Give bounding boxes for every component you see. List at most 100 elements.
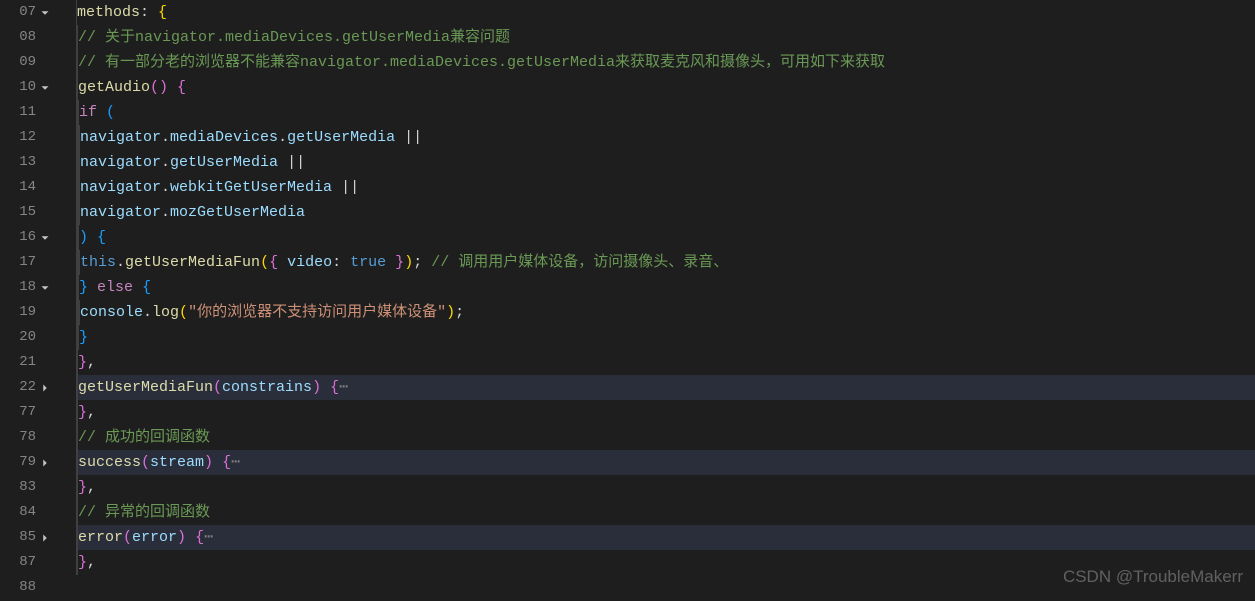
gutter-row: 13 <box>0 150 56 175</box>
code-token: || <box>278 150 314 175</box>
code-line[interactable]: // 异常的回调函数 <box>76 500 1255 525</box>
code-token: // 有一部分老的浏览器不能兼容navigator.mediaDevices.g… <box>78 50 885 75</box>
code-token: . <box>278 125 287 150</box>
code-line[interactable]: }, <box>76 550 1255 575</box>
gutter-row: 15 <box>0 200 56 225</box>
line-number: 84 <box>8 500 36 525</box>
chevron-down-icon[interactable] <box>36 281 54 295</box>
gutter-row: 19 <box>0 300 56 325</box>
code-token: video <box>287 250 332 275</box>
code-line[interactable]: // 有一部分老的浏览器不能兼容navigator.mediaDevices.g… <box>76 50 1255 75</box>
chevron-right-icon[interactable] <box>36 381 54 395</box>
code-token: || <box>332 175 368 200</box>
code-token: { <box>269 250 278 275</box>
code-token: // 关于navigator.mediaDevices.getUserMedia… <box>78 25 510 50</box>
code-token: . <box>161 175 170 200</box>
code-line[interactable]: navigator.getUserMedia || <box>76 150 1255 175</box>
gutter-row: 07 <box>0 0 56 25</box>
code-token <box>88 275 97 300</box>
gutter-row: 17 <box>0 250 56 275</box>
code-token <box>97 100 106 125</box>
code-line[interactable]: // 成功的回调函数 <box>76 425 1255 450</box>
code-line[interactable]: ) { <box>76 225 1255 250</box>
line-number: 79 <box>8 450 36 475</box>
code-token: getUserMediaFun <box>78 375 213 400</box>
line-number: 13 <box>8 150 36 175</box>
code-line[interactable]: }, <box>76 400 1255 425</box>
chevron-down-icon[interactable] <box>36 6 54 20</box>
code-token: log <box>152 300 179 325</box>
code-token: success <box>78 450 141 475</box>
line-number: 19 <box>8 300 36 325</box>
code-token: getUserMedia <box>287 125 395 150</box>
line-number: 83 <box>8 475 36 500</box>
code-token <box>386 250 395 275</box>
code-token: ⋯ <box>204 525 213 550</box>
code-token: navigator <box>80 150 161 175</box>
code-line[interactable]: }, <box>76 350 1255 375</box>
line-number: 07 <box>8 0 36 25</box>
code-token: { <box>97 225 106 250</box>
code-line[interactable]: success(stream) {⋯ <box>76 450 1255 475</box>
code-line[interactable]: methods: { <box>76 0 1255 25</box>
code-line[interactable]: } else { <box>76 275 1255 300</box>
gutter-row: 20 <box>0 325 56 350</box>
gutter-row: 83 <box>0 475 56 500</box>
code-line[interactable]: this.getUserMediaFun({ video: true }); /… <box>76 250 1255 275</box>
line-number: 88 <box>8 575 36 600</box>
code-token: } <box>78 475 87 500</box>
code-line[interactable]: } <box>76 325 1255 350</box>
chevron-right-icon[interactable] <box>36 456 54 470</box>
code-token: } <box>78 550 87 575</box>
chevron-down-icon[interactable] <box>36 231 54 245</box>
code-line[interactable]: // 关于navigator.mediaDevices.getUserMedia… <box>76 25 1255 50</box>
code-token: console <box>80 300 143 325</box>
code-token: navigator <box>80 175 161 200</box>
code-line[interactable]: getUserMediaFun(constrains) {⋯ <box>76 375 1255 400</box>
code-token: constrains <box>222 375 312 400</box>
code-token: error <box>78 525 123 550</box>
chevron-right-icon[interactable] <box>36 531 54 545</box>
code-area[interactable]: methods: { // 关于navigator.mediaDevices.g… <box>56 0 1255 601</box>
gutter-row: 22 <box>0 375 56 400</box>
code-line[interactable]: navigator.mozGetUserMedia <box>76 200 1255 225</box>
code-token: ( <box>141 450 150 475</box>
line-number: 17 <box>8 250 36 275</box>
gutter-row: 18 <box>0 275 56 300</box>
code-token <box>321 375 330 400</box>
chevron-down-icon[interactable] <box>36 81 54 95</box>
code-token: , <box>87 400 96 425</box>
gutter-row: 10 <box>0 75 56 100</box>
code-line[interactable]: console.log("你的浏览器不支持访问用户媒体设备"); <box>76 300 1255 325</box>
gutter-row: 87 <box>0 550 56 575</box>
code-token: . <box>161 125 170 150</box>
code-token: } <box>395 250 404 275</box>
code-line[interactable]: if ( <box>76 100 1255 125</box>
code-line[interactable]: error(error) {⋯ <box>76 525 1255 550</box>
code-token: ) <box>177 525 186 550</box>
code-token: } <box>79 275 88 300</box>
line-number: 87 <box>8 550 36 575</box>
code-token: . <box>161 150 170 175</box>
code-token: , <box>87 350 96 375</box>
line-number: 20 <box>8 325 36 350</box>
code-token: // 调用用户媒体设备，访问摄像头、录音、 <box>431 250 728 275</box>
code-token: ) <box>404 250 413 275</box>
code-line[interactable]: getAudio() { <box>76 75 1255 100</box>
code-token: if <box>79 100 97 125</box>
line-number: 22 <box>8 375 36 400</box>
code-line[interactable]: navigator.mediaDevices.getUserMedia || <box>76 125 1255 150</box>
code-token: } <box>78 350 87 375</box>
code-token <box>168 75 177 100</box>
code-token: } <box>79 325 88 350</box>
code-token: else <box>97 275 133 300</box>
code-token: ) <box>312 375 321 400</box>
code-token <box>88 225 97 250</box>
code-token: ) <box>446 300 455 325</box>
code-line[interactable]: navigator.webkitGetUserMedia || <box>76 175 1255 200</box>
code-token: , <box>87 475 96 500</box>
line-number: 16 <box>8 225 36 250</box>
code-line[interactable] <box>76 575 1255 600</box>
line-number: 09 <box>8 50 36 75</box>
code-line[interactable]: }, <box>76 475 1255 500</box>
